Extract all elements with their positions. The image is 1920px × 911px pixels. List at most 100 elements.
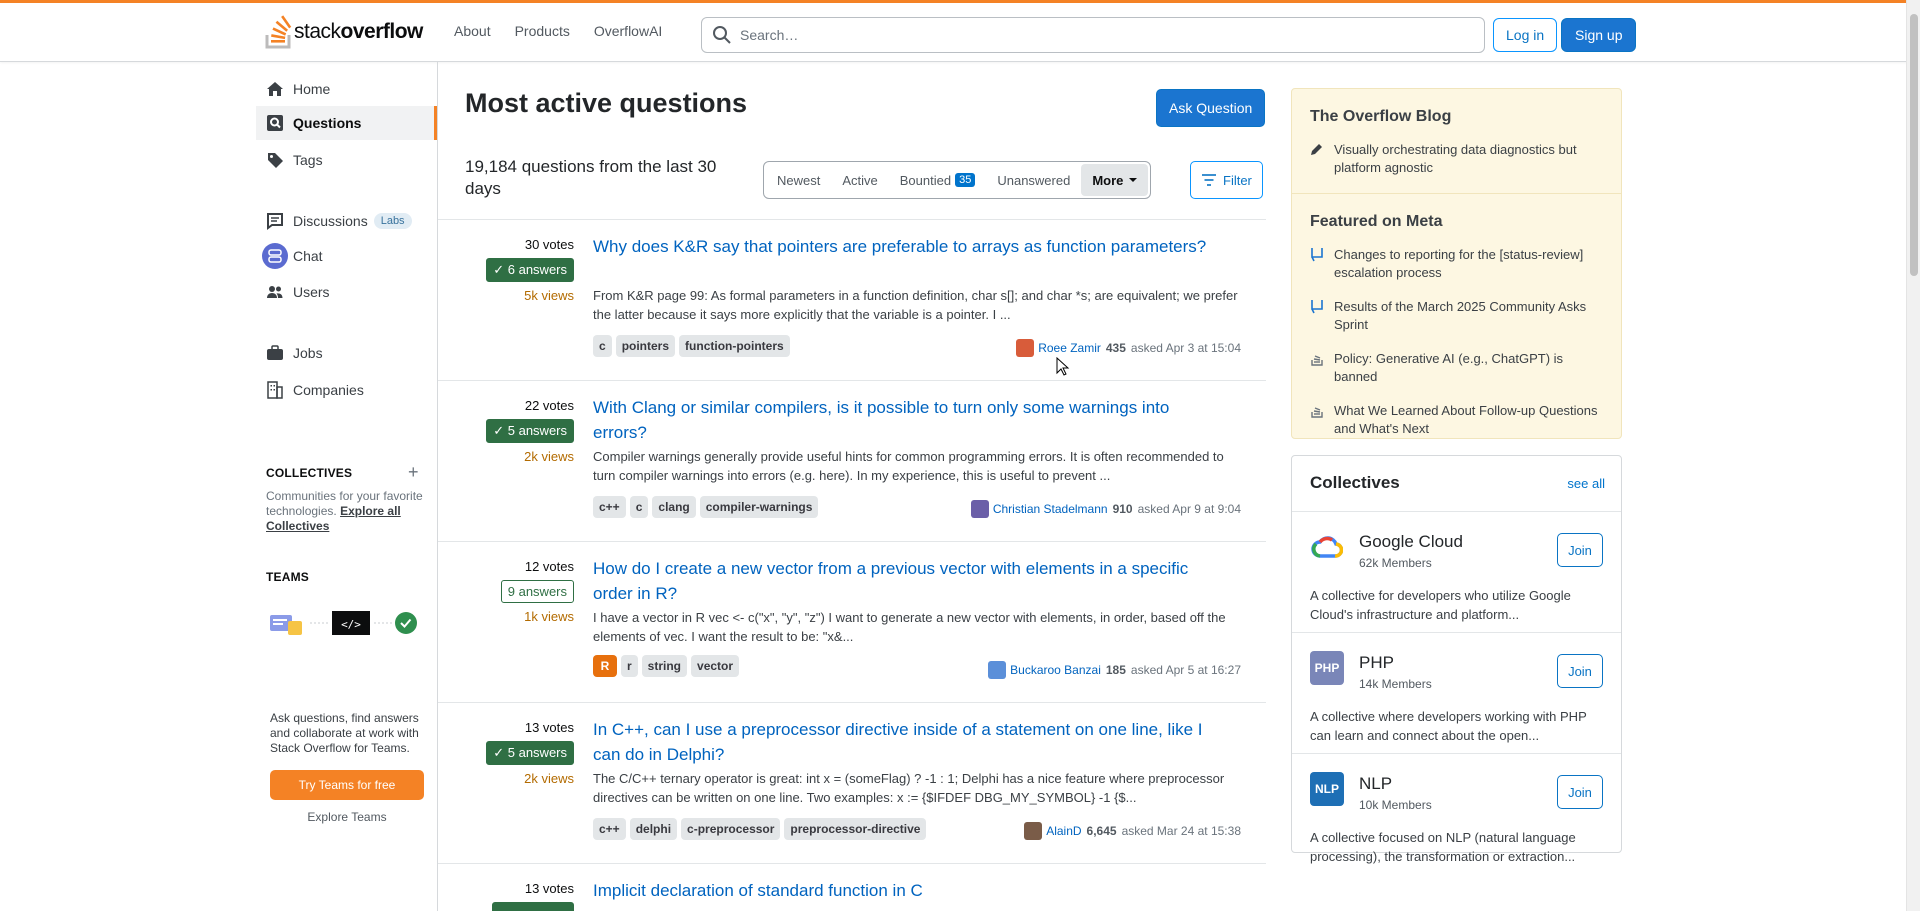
nlp-logo-icon[interactable]: NLP <box>1310 772 1344 806</box>
question-title-link[interactable]: With Clang or similar compilers, is it p… <box>593 395 1213 445</box>
tag-list: c++ c clang compiler-warnings <box>593 496 822 518</box>
question-excerpt: The C/C++ ternary operator is great: int… <box>593 771 1225 805</box>
sidebar-item-home[interactable]: Home <box>256 72 437 106</box>
teams-heading: TEAMS <box>266 570 309 584</box>
left-sidebar: Home Questions Tags Discussions Labs Cha… <box>256 62 438 911</box>
meta-item[interactable]: Policy: Generative AI (e.g., ChatGPT) is… <box>1292 350 1621 386</box>
tab-newest[interactable]: Newest <box>766 164 831 196</box>
collectives-description: Communities for your favorite technologi… <box>266 489 423 533</box>
tag-c-preprocessor[interactable]: c-preprocessor <box>681 818 781 840</box>
collective-description: A collective for developers who utilize … <box>1310 588 1571 622</box>
vote-count: 13 votes <box>524 720 574 735</box>
sidebar-item-tags[interactable]: Tags <box>256 143 437 177</box>
avatar[interactable] <box>1024 822 1043 840</box>
collective-members: 10k Members <box>1359 798 1432 812</box>
collective-name[interactable]: NLP <box>1359 774 1392 794</box>
sidebar-item-jobs[interactable]: Jobs <box>256 336 437 370</box>
explore-teams-link[interactable]: Explore Teams <box>270 810 424 824</box>
question-stats: 13 votes ✓ 5 answers 2k views <box>438 720 574 786</box>
question-title-link[interactable]: Why does K&R say that pointers are prefe… <box>593 234 1213 259</box>
tag-cpp[interactable]: c++ <box>593 818 626 840</box>
search-box[interactable] <box>701 17 1485 53</box>
tag-vector[interactable]: vector <box>691 655 740 677</box>
ask-question-button[interactable]: Ask Question <box>1156 89 1266 127</box>
stackoverflow-logo[interactable]: stackoverflow <box>264 14 423 50</box>
blog-item[interactable]: Visually orchestrating data diagnostics … <box>1292 141 1621 177</box>
add-collective-icon[interactable]: + <box>408 462 419 483</box>
briefcase-icon <box>266 344 284 362</box>
asked-time[interactable]: asked Mar 24 at 15:38 <box>1122 824 1241 838</box>
tag-r[interactable]: r <box>621 655 638 677</box>
blog-heading: The Overflow Blog <box>1310 108 1452 125</box>
avatar[interactable] <box>1016 339 1035 357</box>
username-link[interactable]: Christian Stadelmann <box>993 502 1108 516</box>
tag-pointers[interactable]: pointers <box>615 335 676 357</box>
filter-button[interactable]: Filter <box>1190 161 1263 199</box>
see-all-collectives-link[interactable]: see all <box>1567 476 1605 491</box>
sidebar-item-chat[interactable]: Chat <box>256 239 437 273</box>
tag-function-pointers[interactable]: function-pointers <box>679 335 790 357</box>
question-owner: AlainD 6,645 asked Mar 24 at 15:38 <box>1024 822 1241 840</box>
username-link[interactable]: AlainD <box>1046 824 1081 838</box>
join-button[interactable]: Join <box>1557 775 1603 809</box>
collective-name[interactable]: PHP <box>1359 653 1394 673</box>
join-button[interactable]: Join <box>1557 533 1603 567</box>
tag-c[interactable]: c <box>593 335 612 357</box>
tag-cpp[interactable]: c++ <box>593 496 626 518</box>
reputation: 6,645 <box>1086 824 1117 838</box>
tag-string[interactable]: string <box>641 655 688 677</box>
question-stats: 22 votes ✓ 5 answers 2k views <box>438 398 574 464</box>
username-link[interactable]: Roee Zamir <box>1038 341 1101 355</box>
google-cloud-logo-icon[interactable] <box>1310 530 1344 564</box>
tag-delphi[interactable]: delphi <box>629 818 678 840</box>
tab-more[interactable]: More <box>1081 164 1149 196</box>
meta-item[interactable]: Changes to reporting for the [status-rev… <box>1292 246 1621 282</box>
nav-about[interactable]: About <box>442 15 503 47</box>
question-owner: Christian Stadelmann 910 asked Apr 9 at … <box>970 500 1241 518</box>
search-input[interactable] <box>740 27 1460 43</box>
asked-time[interactable]: asked Apr 5 at 16:27 <box>1131 663 1241 677</box>
tag-c[interactable]: c <box>629 496 649 518</box>
sidebar-item-label: Home <box>293 81 331 97</box>
answer-count-badge: ✓ 5 answers <box>486 741 574 765</box>
collective-name[interactable]: Google Cloud <box>1359 532 1463 552</box>
avatar[interactable] <box>988 661 1007 679</box>
sidebar-item-users[interactable]: Users <box>256 275 437 309</box>
nav-products[interactable]: Products <box>503 15 582 47</box>
answer-count-badge: ✓ 6 answers <box>486 258 574 282</box>
reputation: 435 <box>1105 341 1126 355</box>
tag-compiler-warnings[interactable]: compiler-warnings <box>699 496 819 518</box>
stack-icon <box>1310 350 1334 386</box>
reputation: 185 <box>1105 663 1126 677</box>
sidebar-item-label: Tags <box>293 152 323 168</box>
nav-overflowai[interactable]: OverflowAI <box>582 15 674 47</box>
tag-preprocessor-directive[interactable]: preprocessor-directive <box>784 818 927 840</box>
try-teams-button[interactable]: Try Teams for free <box>270 770 424 800</box>
page-scrollbar[interactable] <box>1906 0 1920 911</box>
asked-time[interactable]: asked Apr 3 at 15:04 <box>1131 341 1241 355</box>
asked-time[interactable]: asked Apr 9 at 9:04 <box>1138 502 1241 516</box>
question-title-link[interactable]: In C++, can I use a preprocessor directi… <box>593 717 1213 767</box>
login-button[interactable]: Log in <box>1493 18 1558 52</box>
php-logo-icon[interactable]: PHP <box>1310 651 1344 685</box>
sidebar-item-questions[interactable]: Questions <box>256 106 437 140</box>
sidebar-item-companies[interactable]: Companies <box>256 373 437 407</box>
tab-active[interactable]: Active <box>831 164 888 196</box>
sidebar-item-label: Questions <box>293 115 362 131</box>
collectives-heading: COLLECTIVES <box>266 466 353 480</box>
tag-r-logo[interactable]: R <box>593 655 617 677</box>
username-link[interactable]: Buckaroo Banzai <box>1010 663 1101 677</box>
scrollbar-thumb[interactable] <box>1910 14 1918 276</box>
question-title-link[interactable]: How do I create a new vector from a prev… <box>593 556 1213 606</box>
sidebar-item-discussions[interactable]: Discussions Labs <box>256 204 437 238</box>
avatar[interactable] <box>970 500 989 518</box>
meta-item[interactable]: What We Learned About Follow-up Question… <box>1292 402 1621 438</box>
signup-button[interactable]: Sign up <box>1561 18 1637 52</box>
tag-clang[interactable]: clang <box>652 496 696 518</box>
meta-item[interactable]: Results of the March 2025 Community Asks… <box>1292 298 1621 334</box>
tab-unanswered[interactable]: Unanswered <box>986 164 1081 196</box>
tab-bountied[interactable]: Bountied 35 <box>889 164 987 196</box>
question-title-link[interactable]: Implicit declaration of standard functio… <box>593 878 1213 903</box>
vote-count: 22 votes <box>524 398 574 413</box>
join-button[interactable]: Join <box>1557 654 1603 688</box>
